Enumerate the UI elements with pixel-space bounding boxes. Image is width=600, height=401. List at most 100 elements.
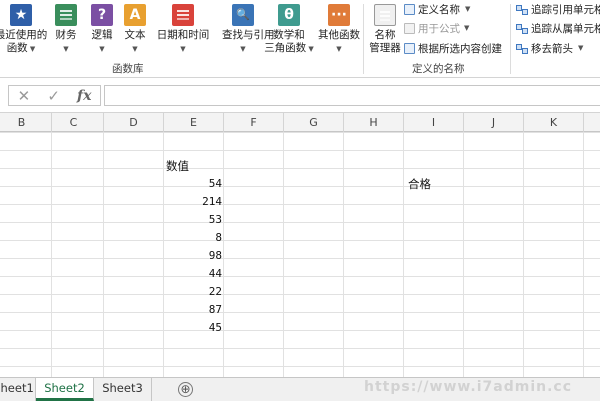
trace-precedents-label: 追踪引用单元格: [531, 3, 600, 16]
insert-function-icon[interactable]: fx: [77, 88, 91, 104]
cell-e17[interactable]: 87: [164, 301, 222, 319]
more-function-button[interactable]: ··· 其他函数 ▼: [314, 2, 364, 56]
sheet-tab-1[interactable]: Sheet1: [0, 378, 36, 401]
lookup-icon: 🔍: [232, 4, 254, 26]
column-header-h[interactable]: H: [344, 113, 404, 132]
recent-label: 最近使用的: [0, 29, 48, 41]
define-name-button[interactable]: 定义名称 ▼: [404, 1, 470, 17]
math-function-button[interactable]: θ 数学和 三角函数 ▼: [264, 2, 314, 56]
group-separator: [510, 4, 511, 74]
calendar-icon: [172, 4, 194, 26]
column-header-i[interactable]: I: [404, 113, 464, 132]
gridline: [223, 132, 224, 377]
remove-arrows-label: 移去箭头: [531, 42, 573, 55]
cell-e15[interactable]: 44: [164, 265, 222, 283]
formula-controls: ✕ ✓ fx: [8, 85, 101, 106]
name-manager-label-2: 管理器: [369, 42, 401, 54]
chevron-down-icon: ▼: [578, 44, 584, 52]
column-header-c[interactable]: C: [44, 113, 104, 132]
sheet-tab-2[interactable]: Sheet2: [36, 378, 94, 401]
star-icon: ★: [10, 4, 32, 26]
enter-icon[interactable]: ✓: [47, 87, 60, 105]
defined-names-group-label: 定义的名称: [412, 63, 465, 75]
formula-icon: [404, 22, 415, 34]
text-label: 文本: [124, 29, 146, 41]
formula-bar: ✕ ✓ fx: [0, 78, 600, 112]
create-from-selection-label: 根据所选内容创建: [418, 42, 502, 55]
logic-label: 逻辑: [91, 29, 113, 41]
lookup-function-button[interactable]: 🔍 查找与引用 ▼: [222, 2, 275, 56]
chevron-down-icon: ▼: [63, 45, 69, 53]
watermark-text: https://www.i7admin.cc: [364, 379, 573, 395]
column-headers: BCDEFGHIJK: [0, 112, 600, 132]
use-in-formula-button[interactable]: 用于公式 ▼: [404, 20, 469, 36]
gridline: [403, 132, 404, 377]
recent-label-2: 函数: [6, 42, 28, 54]
cell-e12[interactable]: 53: [164, 211, 222, 229]
tag-icon: [404, 3, 415, 15]
logic-function-button[interactable]: ? 逻辑 ▼: [86, 2, 118, 56]
column-header-g[interactable]: G: [284, 113, 344, 132]
cell-i10[interactable]: 合格: [408, 175, 466, 193]
text-a-icon: A: [124, 4, 146, 26]
cell-e11[interactable]: 214: [164, 193, 222, 211]
cancel-icon[interactable]: ✕: [18, 87, 31, 105]
column-header-j[interactable]: J: [464, 113, 524, 132]
column-header-f[interactable]: F: [224, 113, 284, 132]
gridline: [523, 132, 524, 377]
column-header-e[interactable]: E: [164, 113, 224, 132]
add-sheet-icon[interactable]: ⊕: [178, 382, 193, 397]
name-manager-icon: [374, 4, 396, 26]
chevron-down-icon: ▼: [306, 45, 314, 53]
more-label: 其他函数: [318, 29, 360, 41]
gridline: [103, 132, 104, 377]
remove-arrows-icon: [516, 43, 528, 54]
trace-dependents-icon: [516, 23, 528, 34]
chevron-down-icon: ▼: [27, 45, 36, 53]
finance-function-button[interactable]: 财务 ▼: [50, 2, 82, 56]
chevron-down-icon: ▼: [464, 24, 470, 32]
chevron-down-icon: ▼: [132, 45, 138, 53]
datetime-function-button[interactable]: 日期和时间 ▼: [152, 2, 214, 56]
trace-dependents-button[interactable]: 追踪从属单元格: [516, 20, 600, 36]
formula-input[interactable]: [104, 85, 600, 106]
more-functions-icon: ···: [328, 4, 350, 26]
cell-e14[interactable]: 98: [164, 247, 222, 265]
gridline: [583, 132, 584, 377]
gridline: [51, 132, 52, 377]
worksheet-grid[interactable]: 数值 54 214 53 8 98 44 22 87 45 合格: [0, 132, 600, 377]
column-header-d[interactable]: D: [104, 113, 164, 132]
datetime-label: 日期和时间: [156, 29, 210, 41]
trace-dependents-label: 追踪从属单元格: [531, 22, 600, 35]
gridline: [283, 132, 284, 377]
name-manager-label-1: 名称: [374, 29, 396, 41]
recent-function-button[interactable]: ★ 最近使用的 函数 ▼: [0, 2, 50, 56]
cell-e18[interactable]: 45: [164, 319, 222, 337]
chevron-down-icon: ▼: [240, 45, 246, 53]
cell-e9[interactable]: 数值: [166, 157, 224, 175]
gridline: [343, 132, 344, 377]
name-manager-button[interactable]: 名称 管理器: [364, 2, 406, 55]
use-in-formula-label: 用于公式: [418, 22, 460, 35]
chevron-down-icon: ▼: [465, 5, 471, 13]
sheet-tab-3[interactable]: Sheet3: [94, 378, 152, 401]
function-library-group-label: 函数库: [112, 63, 144, 75]
chevron-down-icon: ▼: [336, 45, 342, 53]
column-header-k[interactable]: K: [524, 113, 584, 132]
gridline: [163, 132, 164, 377]
grid-icon: [404, 42, 415, 54]
cell-e10[interactable]: 54: [164, 175, 222, 193]
finance-icon: [55, 4, 77, 26]
cell-e13[interactable]: 8: [164, 229, 222, 247]
ribbon-formulas-tab: ★ 最近使用的 函数 ▼ 财务 ▼? 逻辑 ▼ A 文本 ▼ 日期和时间 ▼ 🔍 查找与引用 ▼ θ 数学和 三角…: [0, 0, 600, 78]
trace-precedents-button[interactable]: 追踪引用单元格: [516, 1, 600, 17]
chevron-down-icon: ▼: [99, 45, 105, 53]
math-label: 数学和: [273, 29, 305, 41]
theta-icon: θ: [278, 4, 300, 26]
create-from-selection-button[interactable]: 根据所选内容创建: [404, 40, 502, 56]
cell-e16[interactable]: 22: [164, 283, 222, 301]
remove-arrows-button[interactable]: 移去箭头 ▼: [516, 40, 583, 56]
text-function-button[interactable]: A 文本 ▼: [122, 2, 148, 56]
finance-label: 财务: [55, 29, 77, 41]
gridline: [463, 132, 464, 377]
